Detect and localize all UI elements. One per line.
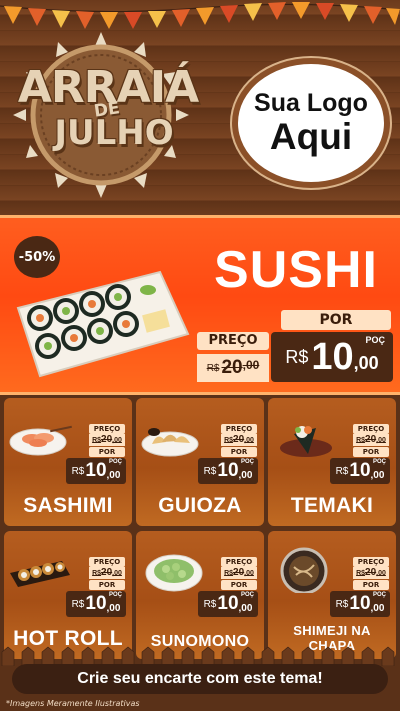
card-product-name: SASHIMI <box>23 494 113 517</box>
card-por-label: POR <box>221 447 257 457</box>
card-por-label: POR <box>353 447 389 457</box>
logo-line-2: Aqui <box>269 116 353 157</box>
card-por-label: POR <box>89 580 125 590</box>
card-por-label: POR <box>221 580 257 590</box>
hero-product-name: SUSHI <box>214 241 378 299</box>
new-price-currency: R$ <box>285 346 309 367</box>
festa-junina-emblem: ARRAIÁ DE JULHO <box>0 0 210 200</box>
logo-line-1: Sua Logo <box>254 89 368 117</box>
product-card-hot-roll[interactable]: PREÇO R$20,00 POR R$ 10,00 POÇ HOT ROLL <box>4 531 132 659</box>
hero-price-block: POR PREÇO R$ 20 ,00 R$ 10 ,00 POÇ <box>197 310 393 382</box>
card-preco-label: PREÇO <box>353 557 389 567</box>
card-old-price: R$20,00 <box>221 567 257 579</box>
card-product-name: GUIOZA <box>158 494 242 517</box>
shimeji-icon <box>280 547 328 593</box>
new-price-value: 10 <box>311 335 354 378</box>
product-card-sashimi[interactable]: PREÇO R$20,00 POR R$ 10,00 POÇ SASHIMI <box>4 398 132 526</box>
card-preco-label: PREÇO <box>89 424 125 434</box>
discount-badge: -50% <box>14 236 60 278</box>
card-old-price: R$20,00 <box>353 567 389 579</box>
new-price-cents: ,00 <box>353 353 379 373</box>
card-old-price: R$20,00 <box>221 434 257 446</box>
new-price-unit: POÇ <box>365 335 385 345</box>
your-logo-placeholder[interactable]: Sua Logo Aqui <box>232 58 390 188</box>
card-por-label: POR <box>89 447 125 457</box>
product-grid: PREÇO R$20,00 POR R$ 10,00 POÇ SASHIMI PRE… <box>0 398 400 660</box>
card-preco-label: PREÇO <box>353 424 389 434</box>
card-por-label: POR <box>353 580 389 590</box>
card-new-price: R$ 10,00 POÇ <box>66 458 126 484</box>
guioza-icon <box>141 428 199 457</box>
disclaimer-text: *Imagens Meramente Ilustrativas <box>6 699 140 708</box>
card-new-price: R$ 10,00 POÇ <box>66 591 126 617</box>
hot-roll-icon <box>10 561 70 587</box>
old-price-value: 20 <box>221 357 243 378</box>
card-preco-label: PREÇO <box>89 557 125 567</box>
cta-button[interactable]: Crie seu encarte com este tema! <box>12 664 388 694</box>
card-new-price: R$ 10,00 POÇ <box>330 458 390 484</box>
preco-label: PREÇO <box>197 332 269 350</box>
product-card-guioza[interactable]: PREÇO R$20,00 POR R$ 10,00 POÇ GUIOZA <box>136 398 264 526</box>
card-preco-label: PREÇO <box>221 557 257 567</box>
card-old-price: R$20,00 <box>353 434 389 446</box>
sashimi-icon <box>9 425 72 456</box>
old-price-currency: R$ <box>206 362 220 374</box>
temaki-icon <box>280 426 332 457</box>
card-new-price: R$ 10,00 POÇ <box>198 591 258 617</box>
fence-icon <box>1 646 395 666</box>
card-preco-label: PREÇO <box>221 424 257 434</box>
header-wood-panel: ARRAIÁ DE JULHO Sua Logo Aqui <box>0 0 400 215</box>
new-price: R$ 10 ,00 POÇ <box>271 332 393 382</box>
card-new-price: R$ 10,00 POÇ <box>330 591 390 617</box>
card-new-price: R$ 10,00 POÇ <box>198 458 258 484</box>
card-old-price: R$20,00 <box>89 567 125 579</box>
sunomono-icon <box>145 554 203 592</box>
card-product-name: TEMAKI <box>290 494 374 517</box>
product-card-sunomono[interactable]: PREÇO R$20,00 POR R$ 10,00 POÇ SUNOMONO <box>136 531 264 659</box>
product-card-shimeji[interactable]: PREÇO R$20,00 POR R$ 10,00 POÇ SHIMEJI NA … <box>268 531 396 659</box>
old-price: R$ 20 ,00 <box>197 354 269 382</box>
por-label: POR <box>281 310 391 330</box>
title-julho: JULHO <box>54 113 174 153</box>
product-card-temaki[interactable]: PREÇO R$20,00 POR R$ 10,00 POÇ TEMAKI <box>268 398 396 526</box>
card-old-price: R$20,00 <box>89 434 125 446</box>
old-price-cents: ,00 <box>242 358 260 372</box>
